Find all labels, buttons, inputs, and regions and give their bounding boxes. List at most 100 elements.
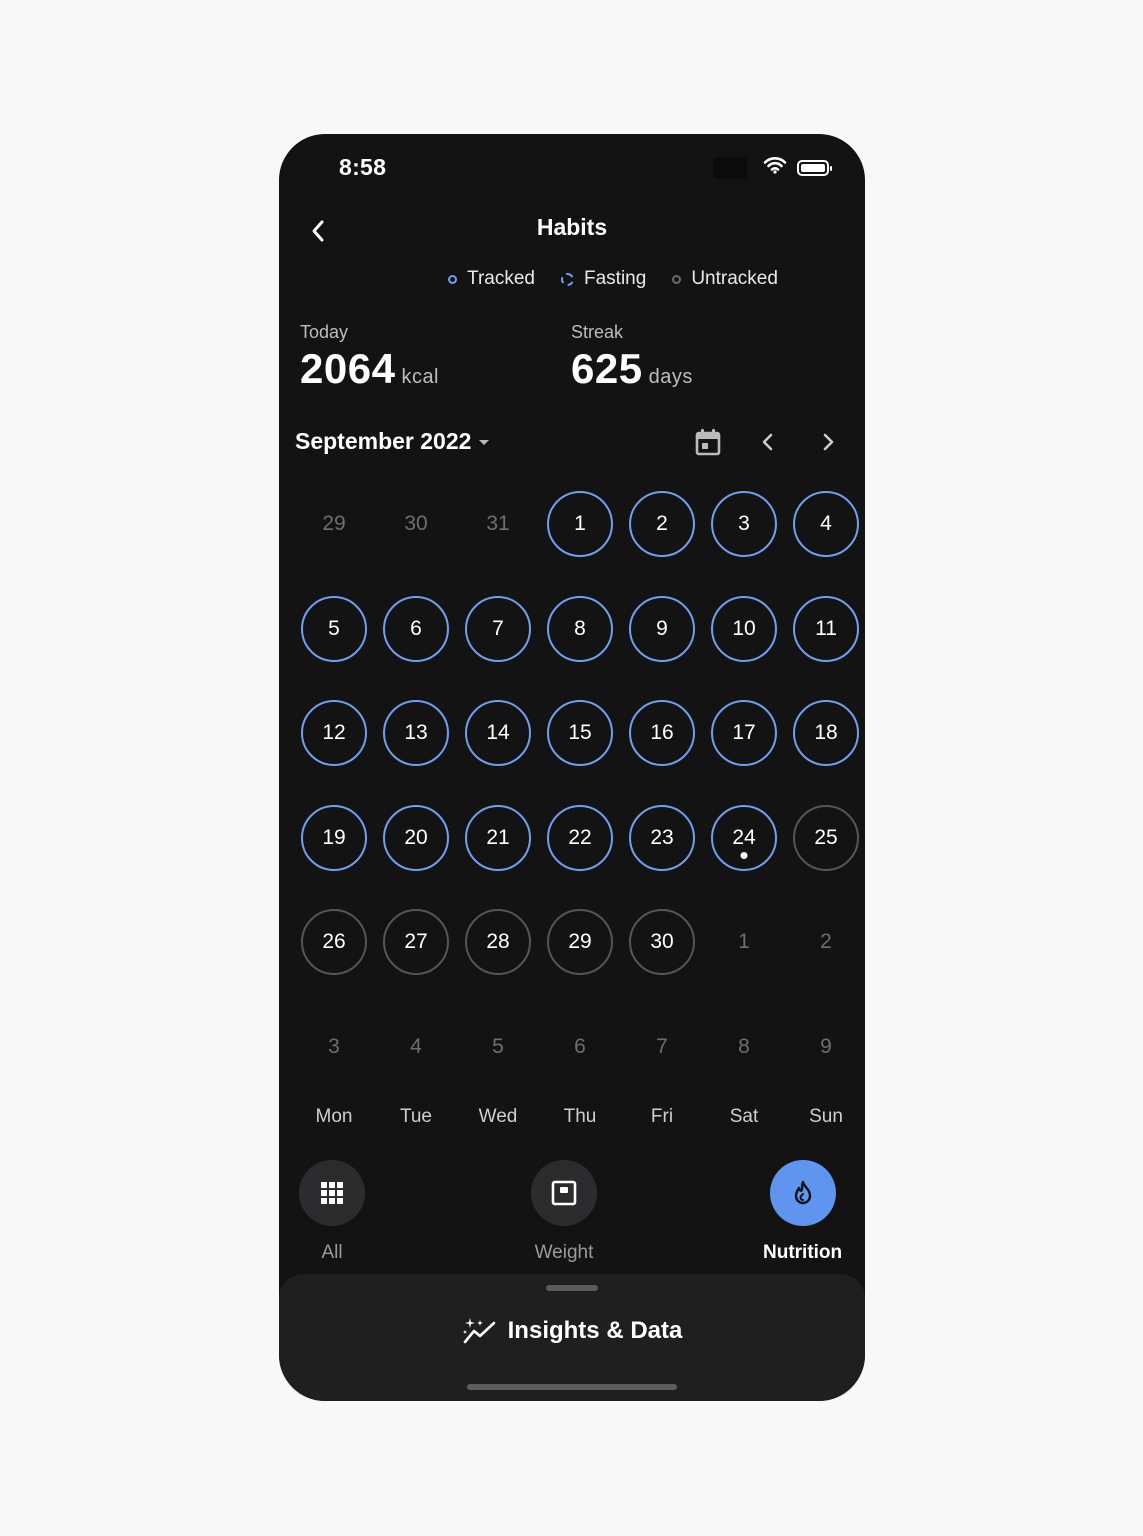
calendar-day[interactable]: 29 xyxy=(301,491,367,557)
calendar-day[interactable]: 13 xyxy=(383,700,449,767)
day-number: 21 xyxy=(486,825,510,849)
calendar-day[interactable]: 4 xyxy=(383,1014,449,1080)
day-number: 12 xyxy=(322,721,346,745)
phone-screen: 8:58 Habits Tracked Fasting Untracked To… xyxy=(279,134,865,1401)
calendar-day[interactable]: 27 xyxy=(383,909,449,976)
calendar-day[interactable]: 26 xyxy=(301,909,367,976)
calendar-day-cell: 4 xyxy=(785,491,865,596)
calendar-day[interactable]: 30 xyxy=(383,491,449,557)
calendar-day-cell: 13 xyxy=(375,700,457,805)
calendar-day[interactable]: 15 xyxy=(547,700,613,767)
calendar-day-cell: 14 xyxy=(457,700,539,805)
calendar-day[interactable]: 20 xyxy=(383,804,449,871)
calendar-day[interactable]: 18 xyxy=(793,700,859,767)
calendar-day[interactable]: 28 xyxy=(465,909,531,976)
day-number: 3 xyxy=(738,512,750,535)
calendar-day-cell: 16 xyxy=(621,700,703,805)
calendar-day-cell: 10 xyxy=(703,595,785,701)
day-number: 29 xyxy=(568,930,592,954)
day-number: 2 xyxy=(820,930,832,954)
calendar-day[interactable]: 9 xyxy=(793,1014,859,1080)
calendar-day-cell: 15 xyxy=(539,700,621,805)
day-number: 5 xyxy=(492,1034,504,1058)
tab-icon-circle xyxy=(769,1160,836,1226)
calendar-day-cell: 25 xyxy=(785,804,865,910)
home-indicator xyxy=(467,1384,677,1390)
calendar-day[interactable]: 19 xyxy=(301,804,367,871)
prev-month-button[interactable] xyxy=(751,425,785,459)
calendar-day[interactable]: 2 xyxy=(629,491,695,557)
calendar-day[interactable]: 7 xyxy=(629,1014,695,1080)
day-number: 1 xyxy=(574,512,586,535)
calendar-day[interactable]: 29 xyxy=(547,909,613,976)
legend-untracked: Untracked xyxy=(672,268,778,290)
calendar-day-today[interactable]: 24 xyxy=(711,804,777,871)
calendar-day-cell: 18 xyxy=(785,700,865,805)
camera-cutout xyxy=(713,156,747,179)
day-number: 27 xyxy=(404,930,428,954)
calendar-icon xyxy=(695,429,721,456)
tab-label: Weight xyxy=(534,1242,594,1263)
calendar-day[interactable]: 2 xyxy=(793,909,859,975)
calendar-day-cell: 1 xyxy=(703,909,785,1014)
calendar-day[interactable]: 31 xyxy=(465,491,531,557)
legend: Tracked Fasting Untracked xyxy=(279,268,865,290)
tab-weight[interactable]: Weight xyxy=(531,1160,597,1264)
scale-icon xyxy=(551,1180,577,1206)
flame-icon xyxy=(794,1180,811,1205)
status-icons xyxy=(713,156,832,179)
calendar-day[interactable]: 8 xyxy=(711,1014,777,1080)
legend-tracked: Tracked xyxy=(448,268,535,290)
calendar-day[interactable]: 3 xyxy=(711,491,777,557)
day-number: 13 xyxy=(404,721,428,745)
untracked-ring-icon xyxy=(672,274,682,284)
calendar-day[interactable]: 6 xyxy=(547,1014,613,1080)
next-month-button[interactable] xyxy=(811,425,845,459)
stat-today: Today 2064 kcal xyxy=(300,322,439,393)
calendar-grid: 29 30 31 1 2 3 4 5 6 7 8 9 10 11 12 13 14 15 16 17 18 19 20 21 2… xyxy=(293,491,859,1119)
calendar-day[interactable]: 1 xyxy=(711,909,777,975)
sheet-handle[interactable] xyxy=(546,1285,598,1291)
status-time: 8:58 xyxy=(339,154,387,180)
calendar-day[interactable]: 21 xyxy=(465,804,531,871)
calendar-day[interactable]: 1 xyxy=(547,491,613,557)
legend-label: Fasting xyxy=(584,268,647,289)
calendar-day[interactable]: 14 xyxy=(465,700,531,767)
calendar-day[interactable]: 4 xyxy=(793,491,859,557)
insights-label: Insights & Data xyxy=(507,1317,683,1344)
stat-value: 2064 kcal xyxy=(300,345,439,393)
calendar-day[interactable]: 17 xyxy=(711,700,777,767)
tab-icon-circle xyxy=(531,1160,597,1226)
calendar-day-cell: 30 xyxy=(375,491,457,596)
insights-button[interactable]: Insights & Data xyxy=(279,1316,865,1346)
calendar-day[interactable]: 30 xyxy=(629,909,695,976)
calendar-day[interactable]: 25 xyxy=(793,804,859,871)
calendar-day[interactable]: 22 xyxy=(547,804,613,871)
page-title: Habits xyxy=(536,214,608,240)
calendar-day-cell: 29 xyxy=(539,909,621,1014)
calendar-day[interactable]: 5 xyxy=(301,595,367,662)
calendar-day-cell: 6 xyxy=(539,1014,621,1119)
calendar-day[interactable]: 8 xyxy=(547,595,613,662)
stat-streak: Streak 625 days xyxy=(571,322,693,393)
calendar-day[interactable]: 11 xyxy=(793,595,859,662)
calendar-day-cell: 20 xyxy=(375,804,457,910)
calendar-day[interactable]: 3 xyxy=(301,1014,367,1080)
month-selector[interactable]: September 2022 xyxy=(295,428,490,455)
day-number: 19 xyxy=(322,825,346,849)
calendar-day[interactable]: 10 xyxy=(711,595,777,662)
calendar-day[interactable]: 5 xyxy=(465,1014,531,1080)
tab-all[interactable]: All xyxy=(299,1160,365,1264)
calendar-today-button[interactable] xyxy=(691,425,725,459)
legend-fasting: Fasting xyxy=(561,268,646,290)
tab-nutrition[interactable]: Nutrition xyxy=(763,1160,842,1264)
insights-sheet[interactable]: Insights & Data xyxy=(279,1274,865,1401)
calendar-day[interactable]: 7 xyxy=(465,595,531,662)
calendar-day[interactable]: 12 xyxy=(301,700,367,767)
tab-label: Nutrition xyxy=(763,1242,843,1263)
calendar-day[interactable]: 6 xyxy=(383,595,449,662)
calendar-day[interactable]: 16 xyxy=(629,700,695,767)
calendar-day[interactable]: 9 xyxy=(629,595,695,662)
day-number: 23 xyxy=(650,825,674,849)
calendar-day[interactable]: 23 xyxy=(629,804,695,871)
